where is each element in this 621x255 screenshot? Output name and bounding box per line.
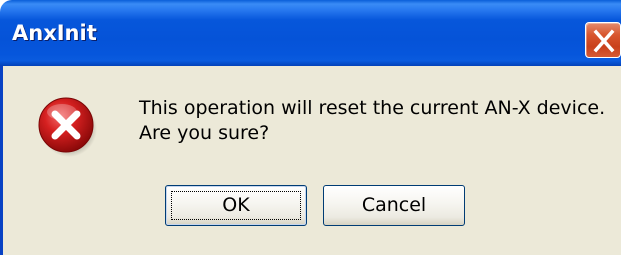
cancel-button[interactable]: Cancel [323, 185, 465, 226]
title-bar[interactable]: AnxInit [0, 0, 621, 66]
message-line-2: Are you sure? [139, 122, 270, 144]
message-box-window: AnxInit This operation will reset the cu… [0, 0, 621, 255]
close-button[interactable] [585, 22, 621, 58]
ok-button[interactable]: OK [165, 185, 307, 226]
close-icon [593, 29, 615, 53]
ok-button-label: OK [222, 194, 250, 216]
window-title: AnxInit [12, 21, 97, 45]
message-line-1: This operation will reset the current AN… [139, 97, 606, 119]
cancel-button-label: Cancel [361, 194, 427, 216]
dialog-message: This operation will reset the current AN… [139, 96, 605, 146]
error-icon [38, 97, 97, 157]
